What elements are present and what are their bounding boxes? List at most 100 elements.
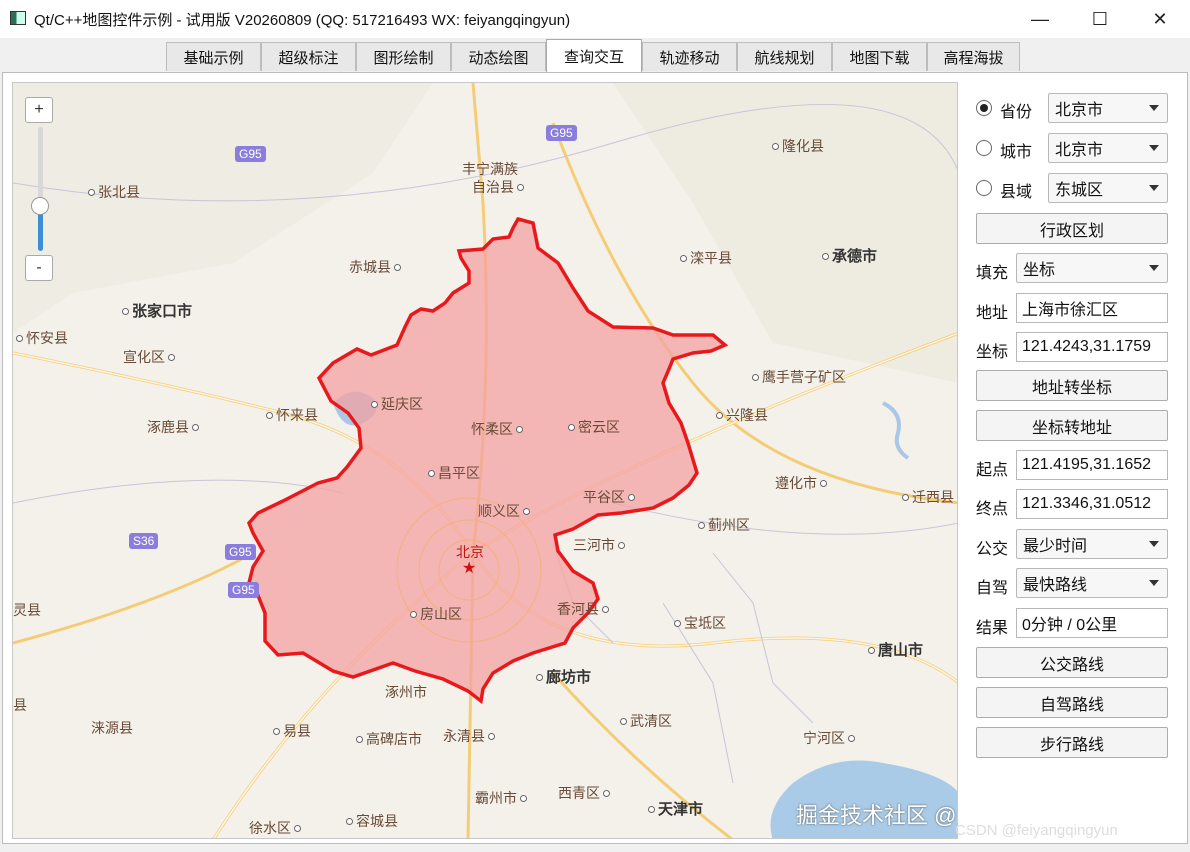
bus-route-button[interactable]: 公交路线: [976, 647, 1168, 678]
map-label: 隆化县: [769, 136, 824, 156]
map-label: 霸州市: [475, 788, 530, 808]
map-label: 兴隆县: [713, 405, 768, 425]
coord-to-address-button[interactable]: 坐标转地址: [976, 410, 1168, 441]
map-label: 延庆区: [368, 394, 423, 414]
chevron-down-icon: [1149, 541, 1159, 547]
tab-bar: 基础示例 超级标注 图形绘制 动态绘图 查询交互 轨迹移动 航线规划 地图下载 …: [0, 38, 1190, 72]
province-radio[interactable]: [976, 100, 992, 116]
map-label: 自治县: [472, 177, 527, 197]
map-label: 廊坊市: [533, 666, 591, 687]
map-label: 平谷区: [583, 487, 638, 507]
road-shield: G95: [228, 582, 259, 598]
map-label: 涞源县: [91, 720, 133, 736]
admin-division-button[interactable]: 行政区划: [976, 213, 1168, 244]
minimize-button[interactable]: —: [1010, 0, 1070, 38]
tab-track[interactable]: 轨迹移动: [642, 42, 737, 71]
drive-route-button[interactable]: 自驾路线: [976, 687, 1168, 718]
road-shield: G95: [225, 544, 256, 560]
close-button[interactable]: ✕: [1130, 0, 1190, 38]
map-label: 怀柔区: [471, 419, 526, 439]
zoom-slider-fill: [38, 209, 43, 251]
map-label: 赤城县: [349, 257, 404, 277]
zoom-slider-handle[interactable]: [31, 197, 49, 215]
road-shield: G95: [235, 146, 266, 162]
map-label: 迁西县: [899, 487, 954, 507]
map-label: 承德市: [819, 245, 877, 266]
fill-select[interactable]: 坐标: [1016, 253, 1168, 283]
province-select[interactable]: 北京市: [1048, 93, 1168, 123]
watermark: 掘金技术社区 @ feiyangqingyun: [796, 803, 957, 828]
map-label: 涿鹿县: [147, 417, 202, 437]
drive-policy-select[interactable]: 最快路线: [1016, 568, 1168, 598]
control-panel: 省份 北京市 城市 北京市 县域 东城区 行政区划 填充 坐标 地址 上海市徐汇…: [960, 82, 1180, 839]
end-label: 终点: [976, 501, 1009, 518]
start-input[interactable]: 121.4195,31.1652: [1016, 450, 1168, 480]
app-icon: [10, 11, 26, 25]
map-label: 涿州市: [385, 684, 427, 700]
map-label: 永清县: [443, 726, 498, 746]
tab-elevation[interactable]: 高程海拔: [927, 42, 1020, 71]
tab-query[interactable]: 查询交互: [546, 39, 642, 72]
map-label: 鹰手营子矿区: [749, 367, 846, 387]
maximize-button[interactable]: ☐: [1070, 0, 1130, 38]
zoom-out-button[interactable]: -: [25, 255, 53, 281]
drive-label: 自驾: [976, 580, 1009, 597]
county-select[interactable]: 东城区: [1048, 173, 1168, 203]
city-radio-label: 城市: [1000, 144, 1033, 161]
county-radio-label: 县域: [1000, 184, 1033, 201]
map-label: 宁河区: [803, 728, 858, 748]
map-label: 张北县: [85, 182, 140, 202]
map-label: 天津市: [645, 798, 703, 819]
city-radio[interactable]: [976, 140, 992, 156]
walk-route-button[interactable]: 步行路线: [976, 727, 1168, 758]
coord-input[interactable]: 121.4243,31.1759: [1016, 332, 1168, 362]
tab-super-label[interactable]: 超级标注: [261, 42, 356, 71]
map-label: 香河县: [557, 599, 612, 619]
map-label: 徐水区: [249, 818, 304, 838]
address-label: 地址: [976, 305, 1009, 322]
bus-policy-select[interactable]: 最少时间: [1016, 529, 1168, 559]
zoom-in-button[interactable]: +: [25, 97, 53, 123]
map-label: 密云区: [565, 417, 620, 437]
map-label: 三河市: [573, 535, 628, 555]
start-label: 起点: [976, 462, 1009, 479]
map-label: 灵县: [13, 602, 41, 618]
address-to-coord-button[interactable]: 地址转坐标: [976, 370, 1168, 401]
map-label: 宣化区: [123, 347, 178, 367]
map-label: 张家口市: [119, 300, 192, 321]
map-label: 容城县: [343, 811, 398, 831]
window-title: Qt/C++地图控件示例 - 试用版 V20260809 (QQ: 517216…: [34, 12, 571, 29]
map-label: 县: [13, 697, 27, 713]
road-shield: G95: [546, 125, 577, 141]
chevron-down-icon: [1149, 580, 1159, 586]
tab-route-plan[interactable]: 航线规划: [737, 42, 832, 71]
map-label: 蓟州区: [695, 515, 750, 535]
map-label: 高碑店市: [353, 729, 422, 749]
address-input[interactable]: 上海市徐汇区: [1016, 293, 1168, 323]
map-label: 遵化市: [775, 473, 830, 493]
title-bar: Qt/C++地图控件示例 - 试用版 V20260809 (QQ: 517216…: [0, 0, 1190, 38]
county-radio[interactable]: [976, 180, 992, 196]
chevron-down-icon: [1149, 185, 1159, 191]
tab-basic[interactable]: 基础示例: [166, 42, 261, 71]
map-label: 武清区: [617, 711, 672, 731]
result-output: 0分钟 / 0公里: [1016, 608, 1168, 638]
map-label: 唐山市: [865, 639, 923, 660]
map-label: 易县: [270, 721, 311, 741]
map-label: 西青区: [558, 783, 613, 803]
tab-dynamic-draw[interactable]: 动态绘图: [451, 42, 546, 71]
map-label: 昌平区: [425, 463, 480, 483]
map-label: 滦平县: [677, 248, 732, 268]
end-input[interactable]: 121.3346,31.0512: [1016, 489, 1168, 519]
coord-label: 坐标: [976, 344, 1009, 361]
city-select[interactable]: 北京市: [1048, 133, 1168, 163]
map-label: 怀安县: [13, 328, 68, 348]
map-label: 顺义区: [478, 501, 533, 521]
result-label: 结果: [976, 620, 1009, 637]
tab-map-download[interactable]: 地图下载: [832, 42, 927, 71]
chevron-down-icon: [1149, 145, 1159, 151]
map-view[interactable]: ★ G95 G95 S36 G95 G95 张北县 丰宁满族 自治县 隆化县 赤…: [12, 82, 958, 839]
bus-label: 公交: [976, 541, 1009, 558]
tab-shape-draw[interactable]: 图形绘制: [356, 42, 451, 71]
map-label: 房山区: [407, 604, 462, 624]
